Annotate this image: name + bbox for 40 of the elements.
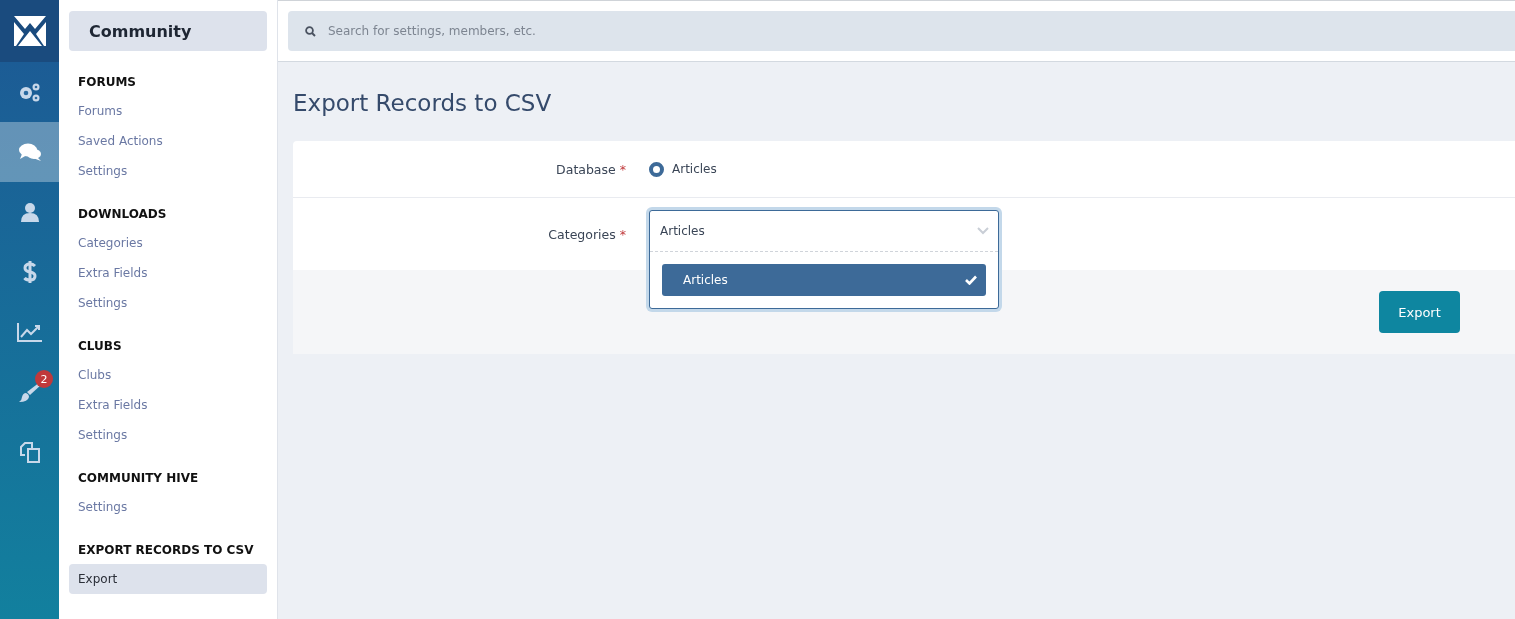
gears-icon bbox=[17, 81, 42, 103]
logo[interactable] bbox=[13, 16, 46, 46]
chevron-down-icon bbox=[977, 227, 989, 235]
search-field[interactable]: Search for settings, members, etc. bbox=[288, 11, 1515, 51]
line-chart-icon bbox=[16, 322, 43, 342]
sidebar-item[interactable]: Settings bbox=[69, 420, 267, 450]
section-heading: FORUMS bbox=[78, 74, 137, 91]
section-heading: EXPORT RECORDS TO CSV bbox=[78, 542, 255, 559]
radio-button[interactable] bbox=[649, 161, 664, 177]
section-heading: COMMUNITY HIVE bbox=[78, 470, 200, 487]
select-value: Articles bbox=[660, 224, 705, 238]
page-title: Export Records to CSV bbox=[293, 89, 553, 118]
sidebar-item[interactable]: Forums bbox=[69, 96, 267, 126]
radio-label: Articles bbox=[672, 162, 717, 176]
sidebar-item[interactable]: Export bbox=[69, 564, 267, 594]
sidebar-item[interactable]: Extra Fields bbox=[69, 258, 267, 288]
sidebar-item[interactable]: Saved Actions bbox=[69, 126, 267, 156]
export-button[interactable]: Export bbox=[1379, 291, 1460, 333]
sidebar-item[interactable]: Settings bbox=[69, 492, 267, 522]
sidebar-title: Community bbox=[69, 11, 267, 51]
sidebar-item[interactable]: Categories bbox=[69, 228, 267, 258]
checkmark-icon bbox=[965, 275, 977, 285]
section-heading: CLUBS bbox=[78, 338, 123, 355]
field-label: Database bbox=[556, 161, 616, 177]
sidebar-item[interactable]: Extra Fields bbox=[69, 390, 267, 420]
nav-rail-item[interactable]: 2 bbox=[0, 362, 59, 422]
category-select[interactable]: Articles Articles bbox=[649, 210, 999, 309]
dollar-icon bbox=[22, 260, 37, 284]
dropdown-option[interactable]: Articles bbox=[662, 264, 986, 296]
sidebar-item[interactable]: Settings bbox=[69, 288, 267, 318]
notification-badge: 2 bbox=[35, 370, 53, 388]
user-icon bbox=[20, 202, 39, 222]
sidebar-item[interactable]: Clubs bbox=[69, 360, 267, 390]
chat-icon bbox=[17, 142, 42, 162]
sidebar-item[interactable]: Settings bbox=[69, 156, 267, 186]
copy-icon bbox=[18, 441, 41, 463]
section-heading: DOWNLOADS bbox=[78, 206, 168, 223]
required-mark: * bbox=[619, 161, 626, 177]
required-mark: * bbox=[619, 226, 626, 242]
field-label: Categories bbox=[548, 226, 616, 242]
